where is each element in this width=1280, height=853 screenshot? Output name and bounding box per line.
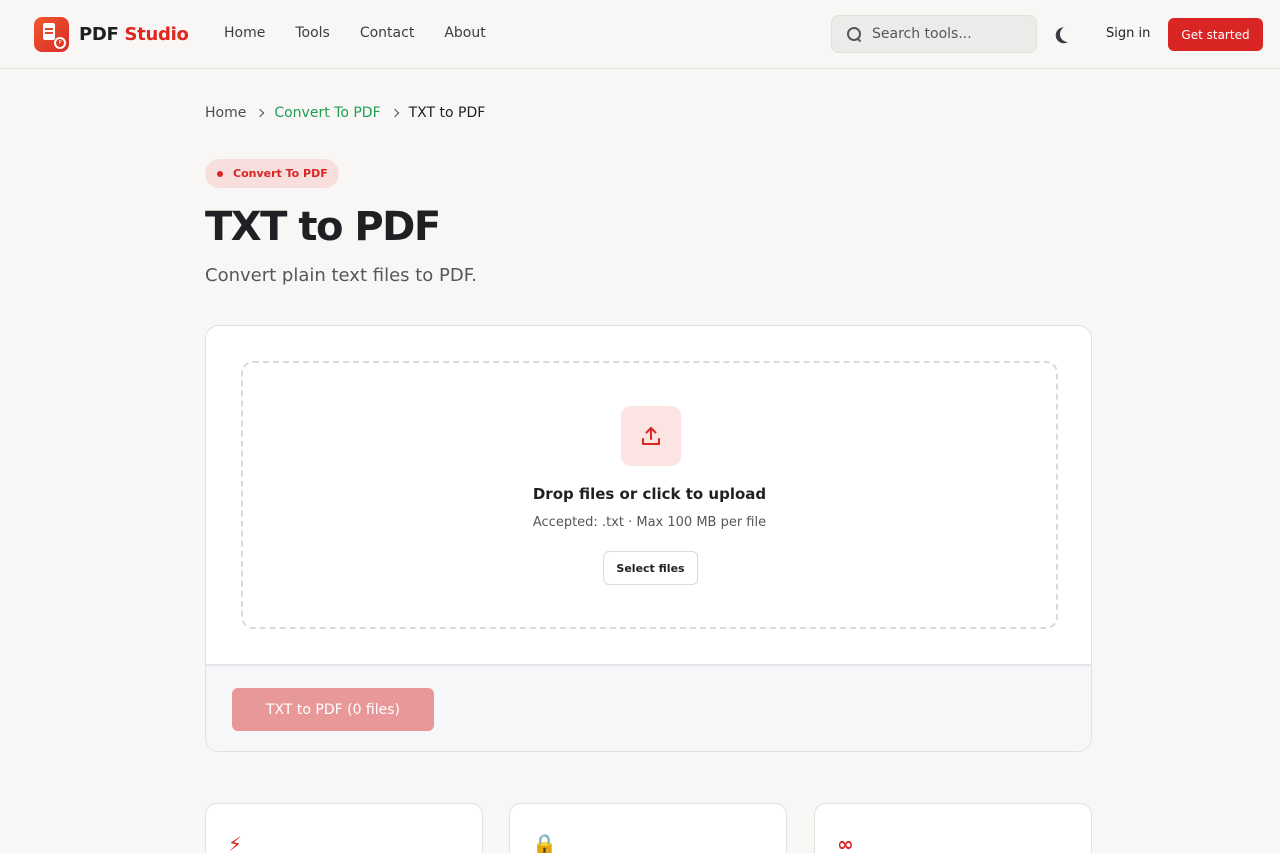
breadcrumb-current: TXT to PDF (408, 105, 486, 121)
page-title: TXT to PDF (205, 204, 441, 250)
breadcrumb-category[interactable]: Convert To PDF (274, 105, 380, 121)
feature-card-security: 🔒 (509, 803, 787, 853)
lock-icon: 🔒 (532, 832, 557, 853)
chevron-right-icon (390, 108, 399, 118)
category-pill: Convert To PDF (205, 159, 339, 188)
top-header: P PDF Studio Home Tools Contact About Si… (0, 0, 1280, 69)
nav-home[interactable]: Home (224, 25, 265, 41)
sign-in-button[interactable]: Sign in (1106, 26, 1150, 41)
brand-name: PDF Studio (79, 24, 189, 45)
nav-about[interactable]: About (444, 25, 485, 41)
search-icon (846, 26, 862, 42)
search-input[interactable] (872, 26, 1022, 42)
dot-icon (217, 170, 223, 177)
infinity-icon: ∞ (837, 832, 854, 853)
upload-icon (642, 427, 660, 445)
upload-icon-box (621, 406, 681, 466)
feature-card-speed: ⚡ (205, 803, 483, 853)
get-started-button[interactable]: Get started (1168, 18, 1263, 51)
moon-icon[interactable] (1059, 25, 1078, 44)
nav-tools[interactable]: Tools (295, 25, 330, 41)
nav-contact[interactable]: Contact (360, 25, 414, 41)
brand-logo[interactable]: P PDF Studio (34, 17, 189, 52)
brand-name-part2: Studio (124, 24, 189, 45)
breadcrumb-home[interactable]: Home (205, 105, 246, 121)
chevron-right-icon (256, 108, 265, 118)
page-subtitle: Convert plain text files to PDF. (205, 265, 477, 286)
upload-card-footer: TXT to PDF (0 files) (206, 664, 1091, 751)
dropzone-accepted-text: Accepted: .txt · Max 100 MB per file (532, 515, 767, 530)
brand-name-part1: PDF (79, 24, 119, 45)
feature-card-unlimited: ∞ (814, 803, 1092, 853)
pdf-document-icon: P (34, 17, 69, 52)
upload-card: Drop files or click to upload Accepted: … (205, 325, 1092, 752)
category-pill-label: Convert To PDF (233, 167, 328, 180)
file-dropzone[interactable]: Drop files or click to upload Accepted: … (241, 361, 1058, 629)
select-files-button[interactable]: Select files (603, 551, 698, 585)
main-nav: Home Tools Contact About (224, 25, 516, 41)
dropzone-title: Drop files or click to upload (532, 485, 767, 503)
lightning-icon: ⚡ (228, 832, 243, 853)
search-box[interactable] (831, 15, 1037, 53)
convert-button[interactable]: TXT to PDF (0 files) (232, 688, 434, 731)
breadcrumb: Home Convert To PDF TXT to PDF (205, 105, 485, 121)
